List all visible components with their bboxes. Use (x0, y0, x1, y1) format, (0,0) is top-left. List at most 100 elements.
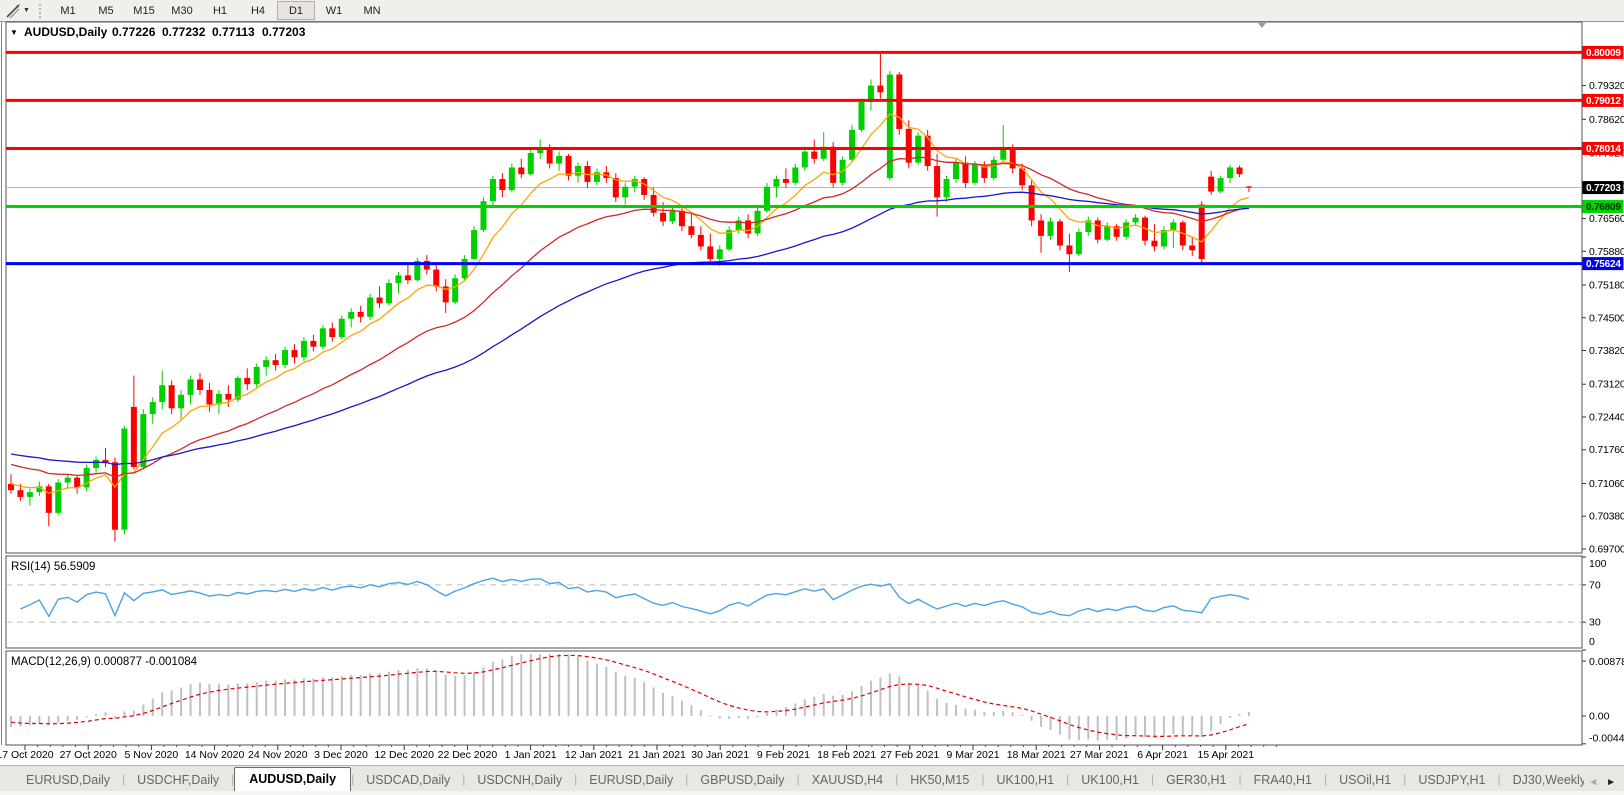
price-badge-label: 0.75624 (1586, 259, 1621, 270)
candle-body (944, 179, 950, 197)
tab-HK50-M15[interactable]: HK50,M15 (898, 769, 981, 792)
candle-body (547, 149, 553, 163)
macd-bar (1210, 716, 1212, 731)
tab-GER30-H1[interactable]: GER30,H1 (1154, 769, 1238, 792)
candle-body (282, 350, 288, 365)
macd-bar (757, 716, 759, 717)
candle-body (263, 360, 269, 367)
candle-body (1095, 220, 1101, 239)
date-tick-label: 17 Oct 2020 (0, 749, 54, 761)
candle-body (74, 478, 80, 488)
date-tick-label: 12 Jan 2021 (565, 749, 623, 761)
price-tick-label: 0.75880 (1589, 246, 1624, 258)
mt4-window: ▼ M1M5M15M30H1H4D1W1MN 0.793200.786200.7… (0, 0, 1624, 795)
macd-bar (955, 705, 957, 716)
candle-body (452, 278, 458, 302)
macd-bar (983, 712, 985, 716)
candle-body (169, 385, 175, 408)
macd-bar (861, 686, 863, 716)
candle-body (1208, 177, 1214, 192)
macd-bar (1059, 716, 1061, 735)
macd-bar (483, 667, 485, 716)
price-tick-label: 0.75180 (1589, 280, 1624, 292)
macd-bar (208, 684, 210, 716)
macd-bar (1031, 716, 1033, 721)
tab-bar: EURUSD,Daily|USDCHF,Daily|AUDUSD,Daily|U… (0, 765, 1624, 792)
macd-bar (227, 685, 229, 716)
rsi-axis-label: 100 (1589, 558, 1607, 570)
candle-body (962, 163, 968, 183)
macd-bar (1153, 716, 1155, 738)
candle-body (490, 179, 496, 201)
macd-bar (76, 716, 78, 720)
candle-body (121, 429, 127, 530)
macd-bar (643, 682, 645, 716)
macd-bar (917, 685, 919, 716)
date-tick-label: 21 Jan 2021 (628, 749, 686, 761)
candle-body (225, 394, 231, 400)
macd-bar (218, 684, 220, 716)
tab-UK100-H1[interactable]: UK100,H1 (984, 769, 1066, 792)
tab-EURUSD-Daily[interactable]: EURUSD,Daily (577, 769, 685, 792)
candle-body (320, 328, 326, 346)
tab-USOil-H1[interactable]: USOil,H1 (1327, 769, 1403, 792)
date-tick-label: 22 Dec 2020 (438, 749, 498, 761)
candle-body (405, 275, 411, 280)
macd-bar (747, 716, 749, 719)
candle-body (830, 147, 836, 183)
macd-bar (851, 691, 853, 716)
candle-body (244, 378, 250, 384)
macd-bar (86, 716, 88, 717)
candle-body (773, 179, 779, 187)
macd-bar (549, 654, 551, 716)
candle-body (310, 341, 316, 347)
macd-bar (1087, 716, 1089, 739)
candle-body (518, 167, 524, 174)
macd-axis-label: -0.004451 (1589, 733, 1624, 745)
rsi-label: RSI(14) 56.5909 (11, 561, 95, 573)
macd-bar (105, 712, 107, 716)
macd-bar (360, 675, 362, 716)
tab-DJ30-Weekly[interactable]: DJ30,Weekly (1501, 769, 1585, 792)
candle-body (329, 328, 335, 337)
rsi-axis-label: 30 (1589, 617, 1601, 629)
macd-bar (870, 681, 872, 716)
candle-body (849, 130, 855, 160)
date-tick-label: 9 Mar 2021 (946, 749, 999, 761)
candle-body (1133, 218, 1139, 223)
date-tick-label: 27 Feb 2021 (880, 749, 939, 761)
macd-bar (879, 677, 881, 716)
tab-XAUUSD-H4[interactable]: XAUUSD,H4 (800, 769, 896, 792)
date-tick-label: 1 Jan 2021 (505, 749, 557, 761)
macd-bar (964, 709, 966, 716)
tab-FRA40-H1[interactable]: FRA40,H1 (1242, 769, 1324, 792)
tab-GBPUSD-Daily[interactable]: GBPUSD,Daily (688, 769, 796, 792)
macd-bar (1182, 716, 1184, 735)
price-tick-label: 0.74500 (1589, 312, 1624, 324)
date-axis: 17 Oct 202027 Oct 20205 Nov 202014 Nov 2… (0, 745, 1276, 761)
tab-scroll-left-icon[interactable]: ◄ (1588, 777, 1598, 788)
candle-body (292, 350, 298, 357)
tab-USDCNH-Daily[interactable]: USDCNH,Daily (465, 769, 574, 792)
macd-bar (615, 672, 617, 716)
price-badge-label: 0.76809 (1586, 202, 1621, 213)
candle-body (1151, 241, 1157, 247)
candle-body (1076, 232, 1082, 254)
macd-bar (1191, 716, 1193, 736)
tab-EURUSD-Daily[interactable]: EURUSD,Daily (14, 769, 122, 792)
macd-bar (804, 699, 806, 716)
tab-AUDUSD-Daily[interactable]: AUDUSD,Daily (234, 767, 351, 792)
candle-body (566, 156, 572, 176)
candle-body (906, 129, 912, 163)
candle-body (934, 166, 940, 197)
candle-body (17, 490, 23, 497)
tab-USDJPY-H1[interactable]: USDJPY,H1 (1406, 769, 1497, 792)
tab-USDCHF-Daily[interactable]: USDCHF,Daily (125, 769, 231, 792)
candle-body (150, 402, 156, 414)
tab-UK100-H1[interactable]: UK100,H1 (1069, 769, 1151, 792)
tab-scroll-right-icon[interactable]: ► (1606, 777, 1616, 788)
candle-body (1048, 221, 1054, 235)
candle-body (575, 166, 581, 176)
tab-USDCAD-Daily[interactable]: USDCAD,Daily (354, 769, 462, 792)
macd-bar (10, 716, 12, 727)
